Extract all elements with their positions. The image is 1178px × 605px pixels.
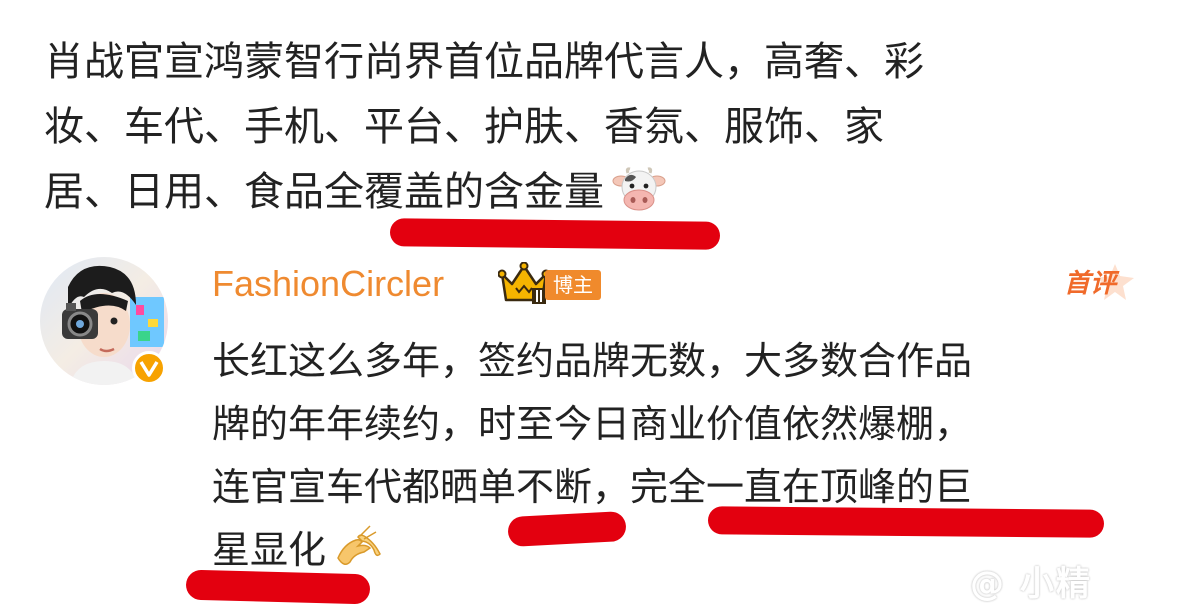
pinching-hands-icon	[337, 524, 381, 565]
post-line-2: 妆、车代、手机、平台、护肤、香氛、服饰、家	[44, 104, 884, 150]
highlight-underline-1	[389, 218, 721, 250]
post-line-3: 居、日用、食品全覆盖的含金量	[44, 160, 1144, 225]
post-line-1: 肖战官宣鸿蒙智行尚界首位品牌代言人，高奢、彩	[44, 39, 924, 85]
first-comment-label: 首评	[1064, 269, 1117, 299]
comment-text: 长红这么多年，签约品牌无数，大多数合作品 牌的年年续约，时至今日商业价值依然爆棚…	[212, 330, 1162, 582]
avatar[interactable]	[40, 257, 168, 385]
crown-level-icon	[498, 262, 550, 304]
comment-item: FashionCircler 博主 首评 长红这么多年，签约品牌无数，大多数合作…	[0, 250, 1178, 602]
comment-line-4-text: 星显化	[212, 528, 327, 572]
post-line-3-text: 居、日用、食品全覆盖的含金量	[44, 169, 604, 215]
post-text: 肖战官宣鸿蒙智行尚界首位品牌代言人，高奢、彩 妆、车代、手机、平台、护肤、香氛、…	[44, 30, 1144, 225]
comment-line-1: 长红这么多年，签约品牌无数，大多数合作品	[212, 339, 973, 383]
blogger-badge: 博主	[545, 270, 601, 300]
comment-line-2: 牌的年年续约，时至今日商业价值依然爆棚，	[212, 402, 973, 446]
comment-username[interactable]: FashionCircler	[212, 262, 444, 306]
watermark: @ 小精	[970, 564, 1092, 604]
comment-line-3: 连官宣车代都晒单不断，完全一直在顶峰的巨	[212, 465, 973, 509]
cow-face-icon	[612, 167, 666, 211]
first-comment-badge: 首评	[1062, 262, 1142, 306]
verified-v-icon	[132, 351, 166, 385]
